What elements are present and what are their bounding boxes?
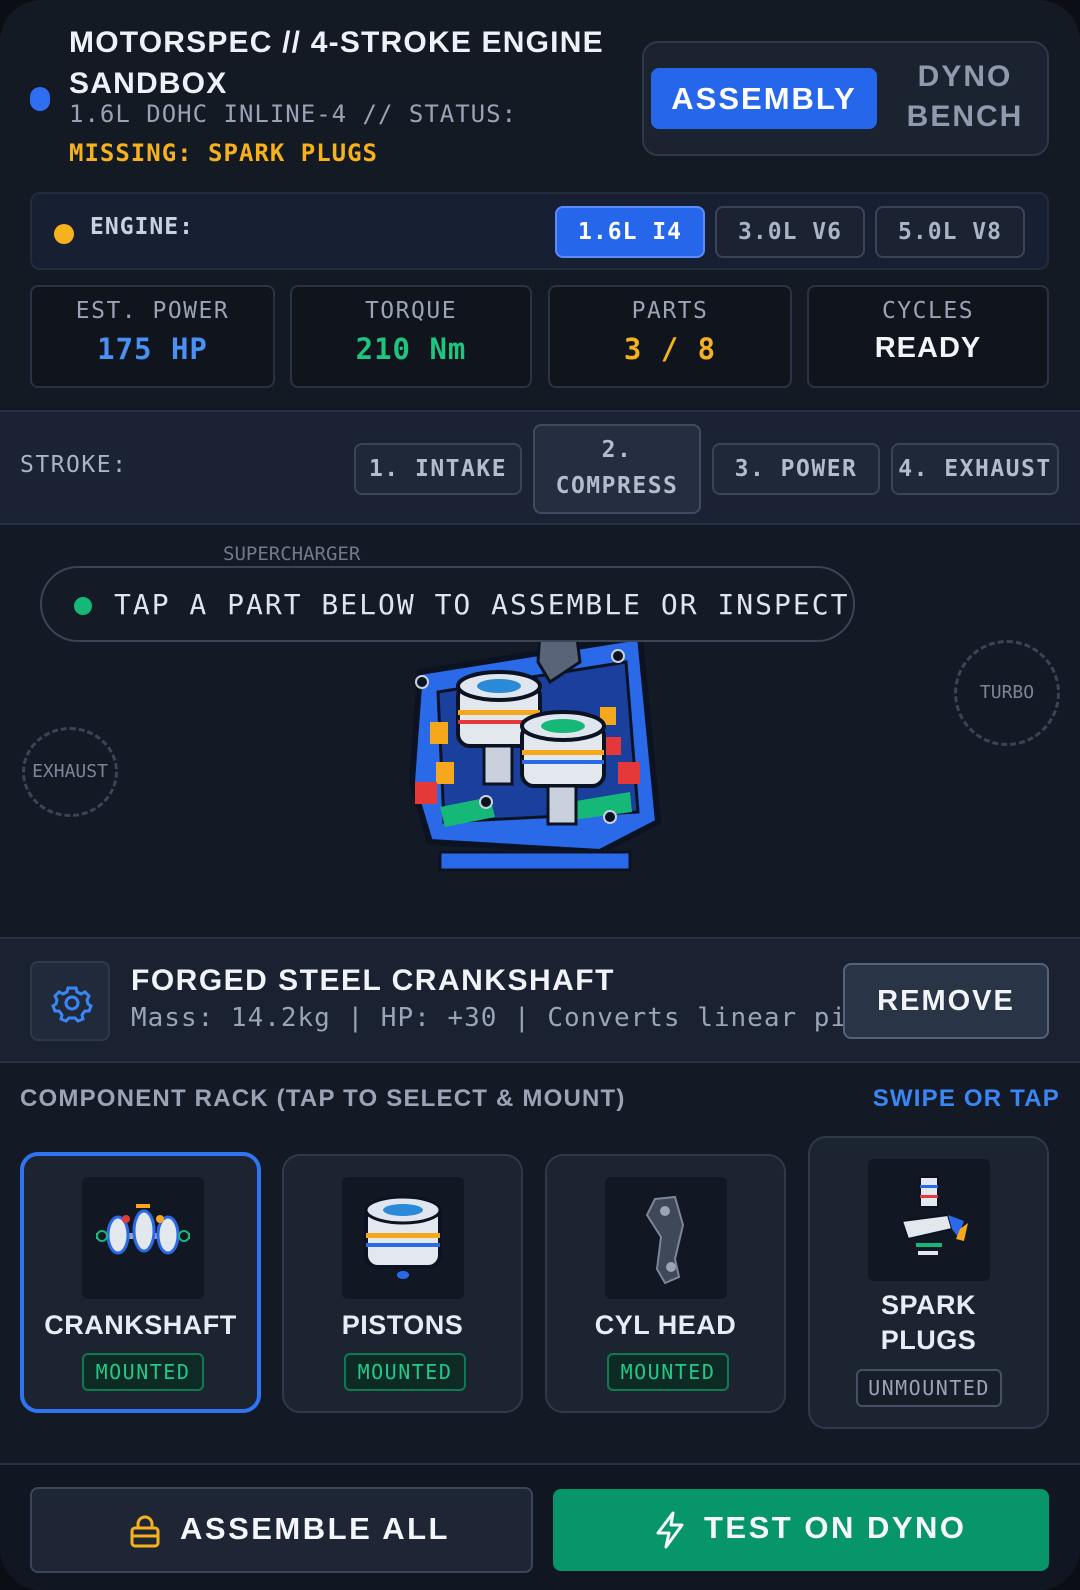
selected-part-name: FORGED STEEL CRANKSHAFT [131,964,615,997]
stat-torque: TORQUE 210 Nm [290,285,532,388]
stroke-compress[interactable]: 2. COMPRESS [533,424,701,514]
status-badge: UNMOUNTED [856,1369,1002,1407]
stat-value: READY [874,332,982,364]
stat-label: TORQUE [364,298,458,324]
test-on-dyno-label: TEST ON DYNO [704,1510,967,1545]
spark-plug-icon [900,1176,968,1255]
stroke-exhaust[interactable]: 4. EXHAUST [891,443,1059,495]
engine-label: ENGINE: [90,214,194,240]
stroke-compress-number: 2. [601,437,633,463]
hint-text: TAP A PART BELOW TO ASSEMBLE OR INSPECT [114,588,850,621]
stroke-compress-label: COMPRESS [555,473,679,499]
rack-card-pistons[interactable]: PISTONS MOUNTED [282,1154,523,1413]
stat-label: CYCLES [881,298,975,324]
hint-status-dot [74,597,92,615]
tab-assembly[interactable]: ASSEMBLY [651,68,877,129]
card-label: SPARK PLUGS [810,1288,1047,1358]
tab-dyno-bench[interactable]: DYNO BENCH [890,57,1040,137]
status-badge: MOUNTED [344,1353,466,1391]
cylinder-head-icon [645,1195,685,1285]
status-badge: MOUNTED [82,1353,204,1391]
component-rack: COMPONENT RACK (TAP TO SELECT & MOUNT) S… [0,1063,1080,1463]
lock-icon [130,1515,160,1548]
lightning-icon [656,1511,684,1549]
engine-subtitle: 1.6L DOHC INLINE-4 // STATUS: [69,100,518,128]
hint-banner: TAP A PART BELOW TO ASSEMBLE OR INSPECT [40,566,855,642]
exhaust-slot[interactable]: EXHAUST [22,727,118,817]
app-window: MOTORSPEC // 4-STROKE ENGINE SANDBOX 1.6… [0,0,1080,1590]
engine-block-illustration[interactable] [400,622,680,882]
engine-option-v8[interactable]: 5.0L V8 [875,206,1025,258]
stat-value: 175 HP [97,332,208,366]
stat-value: 3 / 8 [623,332,717,366]
turbo-slot[interactable]: TURBO [954,640,1060,746]
mode-toggle: ASSEMBLY DYNO BENCH [642,41,1049,156]
engine-option-i4[interactable]: 1.6L I4 [555,206,705,258]
engine-option-v6[interactable]: 3.0L V6 [715,206,865,258]
engine-selector: ENGINE: 1.6L I4 3.0L V6 5.0L V8 [30,192,1049,270]
status-badge: MOUNTED [607,1353,729,1391]
part-icon-box [30,961,110,1041]
exhaust-slot-label: EXHAUST [32,761,108,782]
rack-card-spark-plugs[interactable]: SPARK PLUGS UNMOUNTED [808,1136,1049,1429]
missing-parts-warning: MISSING: SPARK PLUGS [69,139,378,167]
rack-card-cyl-head[interactable]: CYL HEAD MOUNTED [545,1154,786,1413]
stroke-selector: STROKE: 1. INTAKE 2. COMPRESS 3. POWER 4… [0,410,1080,525]
selected-part-description: Mass: 14.2kg | HP: +30 | Converts linear… [131,1003,846,1033]
piston-icon [364,1195,442,1279]
gear-icon [51,986,93,1023]
supercharger-slot-label: SUPERCHARGER [223,543,361,565]
cyl-head-thumbnail [605,1177,727,1299]
card-label-line1: SPARK [880,1290,976,1320]
header: MOTORSPEC // 4-STROKE ENGINE SANDBOX 1.6… [0,0,1080,410]
rack-card-crankshaft[interactable]: CRANKSHAFT MOUNTED [20,1152,261,1413]
card-label: CRANKSHAFT [44,1310,237,1340]
swipe-or-tap-link[interactable]: SWIPE OR TAP [873,1085,1060,1113]
footer-actions: ASSEMBLE ALL TEST ON DYNO [0,1463,1080,1590]
stroke-intake[interactable]: 1. INTAKE [354,443,522,495]
turbo-slot-label: TURBO [979,682,1035,703]
stat-label: PARTS [631,298,709,324]
pistons-thumbnail [342,1177,464,1299]
crankshaft-thumbnail [82,1177,204,1299]
crankshaft-icon [96,1204,190,1255]
assemble-all-button[interactable]: ASSEMBLE ALL [30,1487,533,1573]
stat-power: EST. POWER 175 HP [30,285,275,388]
test-on-dyno-button[interactable]: TEST ON DYNO [553,1489,1049,1571]
stroke-power[interactable]: 3. POWER [712,443,880,495]
engine-stage: SUPERCHARGER TURBO EXHAUST TAP A PART BE… [0,527,1080,937]
card-label-line2: PLUGS [880,1325,977,1355]
stat-parts: PARTS 3 / 8 [548,285,792,388]
stat-value: 210 Nm [355,332,467,366]
engine-indicator-dot [54,224,74,244]
card-label: CYL HEAD [594,1310,737,1340]
rack-title: COMPONENT RACK (TAP TO SELECT & MOUNT) [20,1085,626,1112]
selected-part-panel: FORGED STEEL CRANKSHAFT Mass: 14.2kg | H… [0,937,1080,1063]
status-dot [30,87,50,111]
spark-plugs-thumbnail [868,1159,990,1281]
card-label: PISTONS [341,1310,464,1340]
assemble-all-label: ASSEMBLE ALL [180,1511,450,1546]
stat-cycles: CYCLES READY [807,285,1049,388]
stat-label: EST. POWER [75,298,230,324]
stroke-label: STROKE: [20,452,128,478]
remove-button[interactable]: REMOVE [843,963,1049,1039]
page-title: MOTORSPEC // 4-STROKE ENGINE SANDBOX [69,26,604,100]
